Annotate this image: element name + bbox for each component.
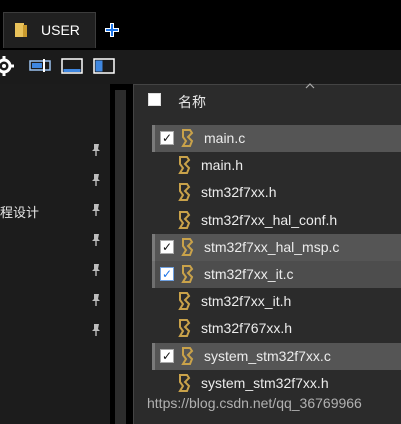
file-list-item[interactable]: main.h <box>152 152 401 179</box>
vertical-scrollbar[interactable] <box>115 90 126 424</box>
file-icon <box>181 129 194 147</box>
file-icon <box>181 265 194 283</box>
file-list-item[interactable]: stm32f767xx.h <box>152 315 401 342</box>
navigation-pane-icon[interactable] <box>93 56 115 76</box>
chevron-up-icon[interactable] <box>305 83 315 89</box>
file-list-item[interactable]: ✓ stm32f7xx_hal_msp.c <box>152 233 401 261</box>
file-name: system_stm32f7xx.h <box>201 374 329 391</box>
file-icon <box>178 292 191 311</box>
file-icon <box>181 237 194 256</box>
file-icon <box>178 210 191 229</box>
file-name: main.c <box>204 130 246 146</box>
pin-icon[interactable] <box>89 263 103 277</box>
file-checkbox[interactable]: ✓ <box>160 348 174 363</box>
file-name: stm32f7xx_it.h <box>201 293 292 310</box>
details-pane-icon[interactable] <box>61 56 83 76</box>
pin-icon[interactable] <box>89 233 103 247</box>
pin-icon[interactable] <box>89 323 103 337</box>
file-list-item[interactable]: stm32f7xx.h <box>152 179 401 206</box>
file-list-item[interactable]: ✓ system_stm32f7xx.c <box>152 342 401 370</box>
file-name: stm32f7xx_it.c <box>204 266 294 282</box>
file-icon <box>178 183 191 202</box>
add-tab-icon[interactable] <box>103 21 121 39</box>
tab-label: USER <box>41 22 80 38</box>
file-name: stm32f7xx.h <box>201 184 277 201</box>
file-checkbox[interactable]: ✓ <box>160 239 174 254</box>
file-name: system_stm32f7xx.c <box>204 347 331 364</box>
quick-access-pane <box>0 84 110 424</box>
file-icon <box>178 373 191 392</box>
pin-icon[interactable] <box>89 293 103 307</box>
tab-user[interactable]: USER <box>3 12 96 48</box>
pin-icon[interactable] <box>89 173 103 187</box>
file-list-item[interactable]: ✓ stm32f7xx_it.c <box>152 261 401 288</box>
pin-icon[interactable] <box>89 203 103 217</box>
file-checkbox[interactable]: ✓ <box>160 131 174 145</box>
file-name: stm32f767xx.h <box>201 320 293 337</box>
select-all-checkbox[interactable] <box>148 93 161 106</box>
gear-icon[interactable] <box>0 56 14 76</box>
toolbar <box>0 50 401 84</box>
file-list-item[interactable]: ✓ main.c <box>152 125 401 152</box>
folder-icon <box>15 23 27 37</box>
tab-bar: USER <box>0 0 401 50</box>
watermark: https://blog.csdn.net/qq_36769966 <box>147 395 362 411</box>
quick-access-item-label[interactable]: 程设计 <box>0 202 39 221</box>
file-icon <box>181 346 194 365</box>
preview-pane-icon[interactable] <box>29 56 51 76</box>
file-checkbox[interactable]: ✓ <box>160 267 174 281</box>
file-list-item[interactable]: stm32f7xx_hal_conf.h <box>152 207 401 234</box>
file-icon <box>178 319 191 338</box>
file-name: main.h <box>201 157 244 174</box>
file-list-item[interactable]: stm32f7xx_it.h <box>152 288 401 315</box>
file-icon <box>178 156 191 175</box>
name-column-header[interactable]: 名称 <box>178 92 206 112</box>
file-name: stm32f7xx_hal_msp.c <box>204 238 340 255</box>
pin-icon[interactable] <box>89 143 103 157</box>
file-list-item[interactable]: system_stm32f7xx.h <box>152 370 401 397</box>
file-name: stm32f7xx_hal_conf.h <box>201 211 338 228</box>
